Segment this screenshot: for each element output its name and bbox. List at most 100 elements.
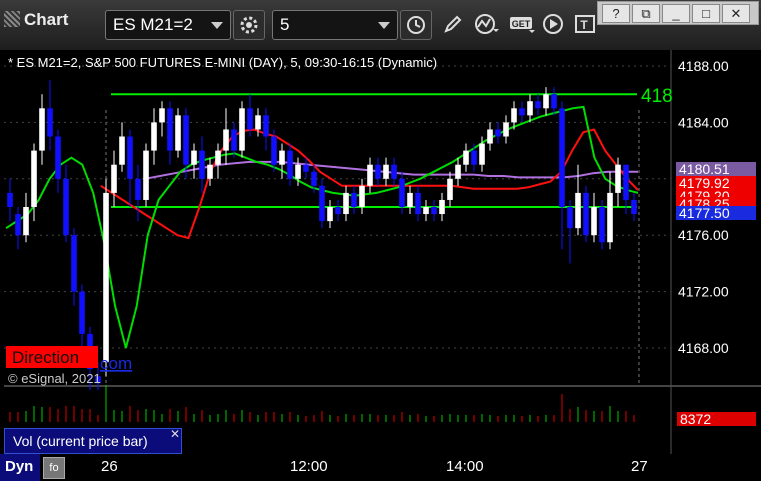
maximize-button[interactable]: □ [692,4,720,23]
get-button[interactable]: GET [505,10,535,38]
candle-body [239,108,245,151]
candle-body [207,164,213,179]
candle-body [455,164,461,179]
candle-body [127,136,133,179]
candle-body [343,192,349,215]
candle-body [439,199,445,215]
close-icon[interactable]: ✕ [170,427,180,441]
interval-value: 5 [280,15,290,34]
chart-header: * ES M21=2, S&P 500 FUTURES E-MINI (DAY)… [8,55,437,70]
candle-body [263,115,269,137]
chevron-down-icon[interactable] [378,22,390,29]
candle-body [479,143,485,165]
get-icon: GET [510,17,535,33]
app-title: Chart [4,10,68,30]
candle-body [511,108,517,123]
candle-body [631,199,637,215]
play-button[interactable] [538,10,568,38]
candle-body [311,171,317,186]
watermark-badge-text: Direction [12,348,79,367]
candle-body [295,164,301,179]
candle-body [255,115,261,130]
candle-body [383,164,389,179]
candle-body [143,150,149,200]
chevron-down-icon[interactable] [211,22,223,29]
minimize-button[interactable]: _ [662,4,690,23]
candle-body [199,150,205,179]
help-button[interactable]: ? [602,4,630,23]
candle-body [367,164,373,186]
candle-body [407,192,413,207]
candle-body [375,164,381,179]
volume-value: 8372 [680,411,711,427]
candle-body [575,192,581,229]
study-button[interactable] [470,10,500,38]
price-chart[interactable]: 4188.004184.004180.004176.004172.004168.… [0,50,761,454]
y-tick-label: 4176.00 [678,227,729,243]
candle-body [487,129,493,144]
candle-body [335,207,341,215]
candle-body [599,207,605,243]
play-icon [543,14,563,34]
candle-body [7,192,13,207]
candle-body [23,207,29,236]
watermark-link[interactable]: com [100,354,132,373]
link-button[interactable]: ⧉ [632,4,660,23]
time-button[interactable] [400,10,432,40]
pencil-icon [444,15,462,33]
candle-body [503,122,509,137]
volume-panel-label[interactable]: Vol (current price bar) [4,428,182,454]
grip-icon[interactable] [4,11,20,27]
chart-background [0,50,761,454]
svg-text:GET: GET [512,19,531,29]
candle-body [39,108,45,151]
candle-body [55,136,61,179]
candle-body [31,150,37,207]
candle-body [447,178,453,200]
draw-button[interactable] [438,10,468,38]
candle-body [359,185,365,207]
close-button[interactable]: ✕ [722,4,750,23]
candle-body [231,129,237,151]
candle-body [519,108,525,116]
y-tick-label: 4184.00 [678,114,729,130]
candle-body [159,108,165,123]
clock-icon [407,16,425,34]
volume-label-text: Vol (current price bar) [13,433,148,449]
candle-body [399,178,405,207]
candle-body [471,150,477,165]
candle-body [535,101,541,109]
x-tick-label: 27 [631,458,648,475]
candle-body [247,108,253,130]
candle-body [79,291,85,334]
formula-icon[interactable]: fo [43,457,65,479]
candle-body [271,136,277,165]
candle-body [543,94,549,109]
symbol-input[interactable]: ES M21=2 [105,10,231,40]
window-controls: ? ⧉ _ □ ✕ [597,1,759,25]
candle-body [63,178,69,236]
candle-body [463,150,469,165]
candle-body [183,115,189,165]
app-title-label: Chart [24,10,69,29]
dynamic-button[interactable]: Dyn [0,454,40,481]
candle-body [415,192,421,215]
price-badge-text: 4177.50 [679,205,730,221]
candle-body [175,115,181,151]
candle-body [351,192,357,207]
candle-body [495,129,501,137]
text-button[interactable]: T [570,10,600,38]
x-tick-label: 26 [101,458,118,475]
candle-body [327,207,333,222]
candle-body [303,164,309,172]
candle-body [591,207,597,236]
study-icon [475,14,499,34]
interval-input[interactable]: 5 [272,10,398,40]
settings-button[interactable] [233,10,265,40]
candle-body [527,101,533,116]
symbol-value: ES M21=2 [113,15,193,34]
candle-body [607,192,613,243]
candle-body [423,207,429,215]
x-tick-label: 12:00 [290,458,328,475]
candle-body [615,164,621,193]
